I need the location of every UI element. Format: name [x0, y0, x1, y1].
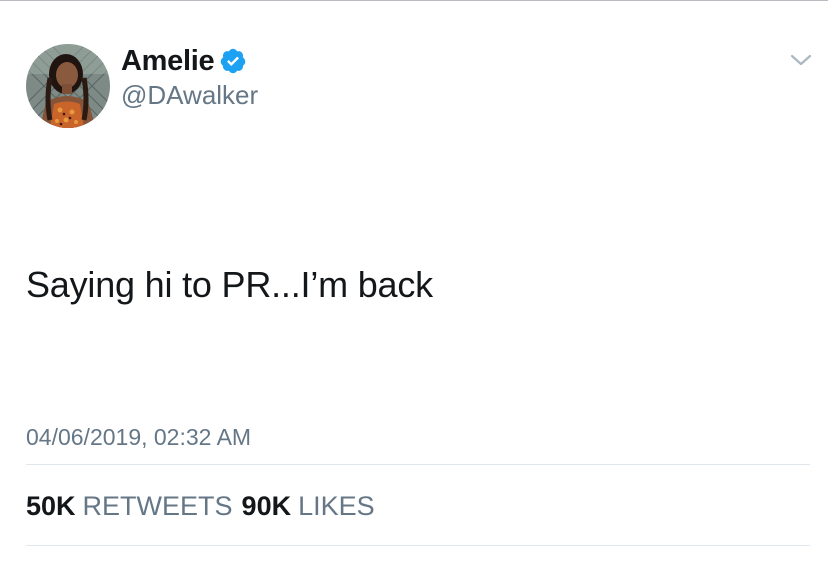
avatar-image	[26, 44, 110, 128]
display-name[interactable]: Amelie	[121, 45, 215, 78]
tweet-text: Saying hi to PR...I’m back	[26, 264, 433, 305]
user-handle[interactable]: @DAwalker	[121, 80, 258, 111]
divider	[26, 464, 810, 465]
likes-stat[interactable]: 90K LIKES	[242, 491, 375, 522]
likes-count: 90K	[241, 491, 292, 521]
divider	[26, 545, 810, 546]
tweet-stats: 50K RETWEETS 90K LIKES	[26, 491, 375, 522]
retweets-stat[interactable]: 50K RETWEETS	[26, 491, 233, 522]
avatar[interactable]	[26, 44, 110, 128]
retweets-count: 50K	[26, 491, 76, 521]
tweet-timestamp[interactable]: 04/06/2019, 02:32 AM	[26, 424, 251, 451]
verified-badge-icon	[219, 47, 247, 75]
retweets-label: RETWEETS	[82, 491, 233, 521]
likes-label: LIKES	[298, 491, 375, 521]
top-border	[0, 0, 828, 1]
name-row: Amelie	[121, 44, 247, 78]
chevron-down-icon[interactable]	[789, 52, 813, 68]
